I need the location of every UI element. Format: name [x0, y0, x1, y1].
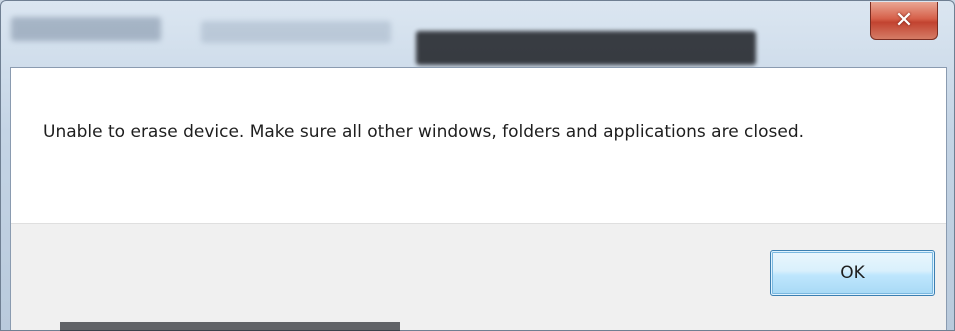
message-area: Unable to erase device. Make sure all ot…: [11, 68, 946, 223]
background-blur: [201, 21, 391, 43]
close-button[interactable]: ✕: [870, 2, 938, 40]
title-bar[interactable]: ✕: [1, 1, 954, 67]
close-icon: ✕: [894, 7, 914, 33]
dialog-window: ✕ Unable to erase device. Make sure all …: [0, 0, 955, 331]
background-blur: [416, 31, 756, 65]
background-blur: [60, 322, 400, 331]
dialog-client-area: Unable to erase device. Make sure all ot…: [10, 67, 947, 330]
background-blur: [11, 17, 161, 41]
ok-button[interactable]: OK: [770, 250, 935, 296]
button-area: OK: [11, 223, 946, 330]
error-message: Unable to erase device. Make sure all ot…: [43, 122, 805, 142]
